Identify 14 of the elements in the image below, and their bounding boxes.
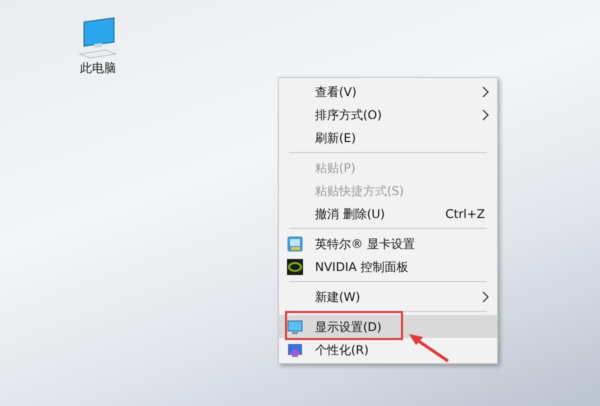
menu-item[interactable]: 撤消 删除(U) Ctrl+Z	[279, 202, 497, 225]
menu-item[interactable]: 英特尔® 显卡设置	[279, 232, 497, 255]
monitor-icon	[287, 318, 303, 334]
intel-graphics-icon	[287, 236, 303, 252]
menu-item[interactable]: 刷新(E)	[279, 126, 497, 149]
nvidia-icon	[287, 258, 303, 274]
menu-item[interactable]: 查看(V)	[279, 80, 497, 103]
personalize-icon	[287, 342, 303, 358]
menu-item[interactable]: 新建(W)	[279, 285, 497, 308]
annotation-arrow	[408, 333, 450, 363]
desktop-icon-label[interactable]: 此电脑	[80, 60, 116, 76]
menu-item[interactable]: 个性化(R)	[279, 338, 497, 361]
menu-item[interactable]: NVIDIA 控制面板	[279, 255, 497, 278]
menu-item[interactable]: 排序方式(O)	[279, 103, 497, 126]
